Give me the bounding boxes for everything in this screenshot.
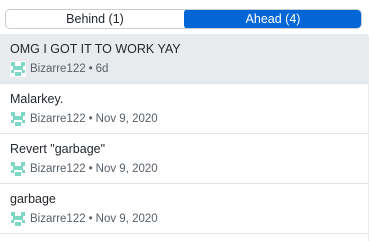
commit-comparison-panel: Behind (1) Ahead (4) OMG I GOT IT TO WOR… [0, 0, 372, 241]
commit-list-item[interactable]: Revert "garbage" Bizarre122 • Nov 9, 202… [0, 134, 368, 184]
commit-title: Malarkey. [10, 92, 64, 106]
avatar-identicon-icon [10, 211, 26, 227]
commit-meta: Bizarre122 • Nov 9, 2020 [10, 161, 158, 177]
commit-list: OMG I GOT IT TO WORK YAY Bizarre122 • 6d… [0, 34, 368, 234]
commit-author: Bizarre122 [30, 63, 86, 75]
avatar-identicon-icon [10, 111, 26, 127]
commit-date: 6d [95, 63, 109, 75]
commit-meta: Bizarre122 • Nov 9, 2020 [10, 111, 158, 127]
tab-ahead[interactable]: Ahead (4) [184, 10, 361, 28]
branch-compare-segmented-control: Behind (1) Ahead (4) [5, 9, 362, 29]
tab-behind[interactable]: Behind (1) [6, 10, 184, 28]
meta-separator: • [88, 63, 93, 75]
commit-list-item[interactable]: Malarkey. Bizarre122 • Nov 9, 2020 [0, 84, 368, 134]
commit-author: Bizarre122 [30, 163, 86, 175]
commit-list-item[interactable]: garbage Bizarre122 • Nov 9, 2020 [0, 184, 368, 234]
avatar-identicon-icon [10, 61, 26, 77]
commit-author: Bizarre122 [30, 113, 86, 125]
meta-separator: • [88, 213, 93, 225]
panel-divider [368, 36, 369, 241]
commit-date: Nov 9, 2020 [95, 163, 158, 175]
commit-meta: Bizarre122 • Nov 9, 2020 [10, 211, 158, 227]
commit-author: Bizarre122 [30, 213, 86, 225]
commit-date: Nov 9, 2020 [95, 213, 158, 225]
commit-meta: Bizarre122 • 6d [10, 61, 108, 77]
meta-separator: • [88, 113, 93, 125]
commit-title: Revert "garbage" [10, 142, 106, 156]
avatar-identicon-icon [10, 161, 26, 177]
meta-separator: • [88, 163, 93, 175]
commit-title: OMG I GOT IT TO WORK YAY [10, 42, 181, 56]
commit-list-item[interactable]: OMG I GOT IT TO WORK YAY Bizarre122 • 6d [0, 34, 368, 84]
commit-date: Nov 9, 2020 [95, 113, 158, 125]
commit-title: garbage [10, 192, 56, 206]
